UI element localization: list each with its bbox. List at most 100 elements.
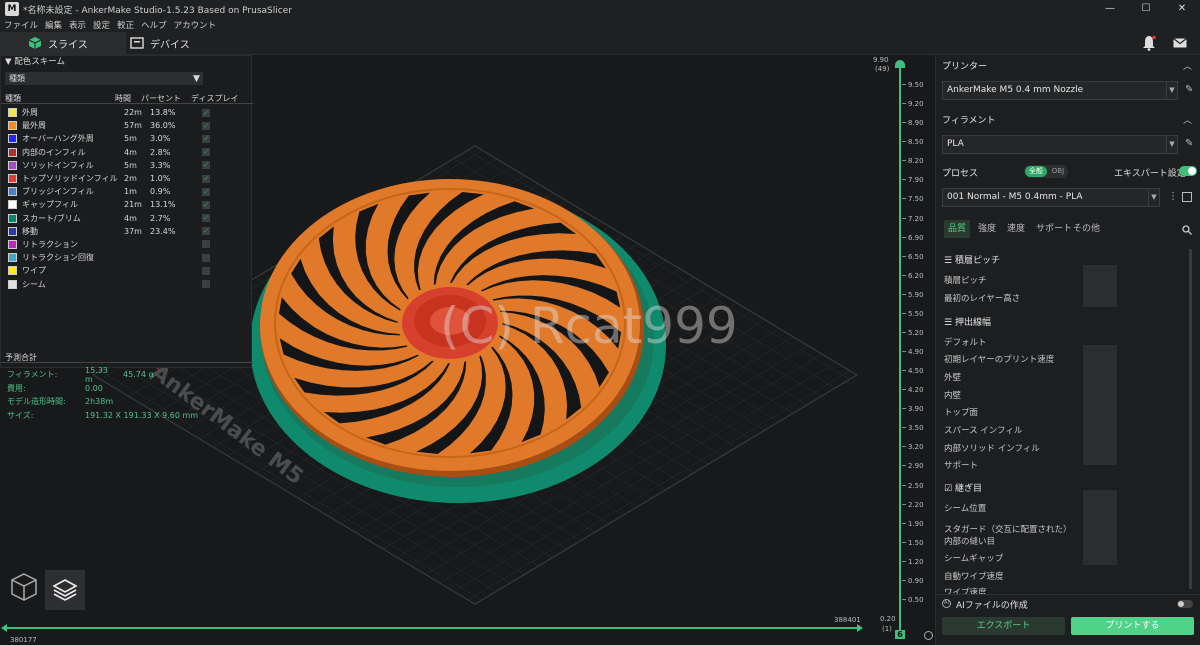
legend-row[interactable]: シーム <box>1 277 253 290</box>
move-slider[interactable] <box>1 624 863 632</box>
minimize-button[interactable]: — <box>1092 0 1128 18</box>
menu-edit[interactable]: 編集 <box>45 19 62 31</box>
legend-row[interactable]: リトラクション回復 <box>1 251 253 264</box>
legend-swatch <box>8 147 17 157</box>
scrollbar[interactable] <box>1189 249 1192 589</box>
edit-filament-icon[interactable]: ✎ <box>1185 138 1193 149</box>
move-slider-left-handle[interactable] <box>1 624 7 632</box>
legend-row[interactable]: ギャップフィル 21m 13.1% ✓ <box>1 198 253 211</box>
legend-display-checkbox[interactable] <box>202 253 210 262</box>
legend-display-checkbox[interactable] <box>202 240 210 249</box>
layer-tick-label: 8.90 <box>908 119 924 128</box>
legend-row[interactable]: 内部のインフィル 4m 2.8% ✓ <box>1 146 253 159</box>
layer-top-index: (49) <box>875 65 890 73</box>
notification-bell-icon[interactable] <box>1142 35 1156 51</box>
legend-row[interactable]: スカート/ブリム 4m 2.7% ✓ <box>1 212 253 225</box>
layer-tick-mark <box>902 274 906 276</box>
legend-collapse[interactable]: ▼ 配色スキーム <box>1 56 251 69</box>
legend-display-checkbox[interactable]: ✓ <box>202 227 210 236</box>
legend-row[interactable]: トップソリッドインフィル 2m 1.0% ✓ <box>1 172 253 185</box>
menu-calibrate[interactable]: 較正 <box>117 19 134 31</box>
opt-inner-wall: 内壁 <box>944 391 962 401</box>
legend-display-checkbox[interactable]: ✓ <box>202 200 210 209</box>
legend-row[interactable]: 移動 37m 23.4% ✓ <box>1 225 253 238</box>
value-field[interactable] <box>1083 345 1117 465</box>
estimate-cost-value: 0.00 <box>85 383 103 393</box>
legend-display-checkbox[interactable]: ✓ <box>202 134 210 143</box>
mode-toggle[interactable]: 全般 OBJ <box>1024 165 1068 178</box>
color-scheme-select[interactable]: 種類 <box>5 72 203 85</box>
3d-view-button[interactable] <box>10 572 40 604</box>
layer-slider-top-handle[interactable] <box>895 60 905 68</box>
collapse-chevron-icon[interactable]: ︿ <box>1183 113 1192 126</box>
more-options-icon[interactable]: ⋮ <box>1168 191 1178 202</box>
estimate-size: サイズ: 191.32 X 191.33 X 9.60 mm <box>1 409 253 423</box>
legend-display-checkbox[interactable]: ✓ <box>202 108 210 117</box>
menu-account[interactable]: アカウント <box>174 19 217 31</box>
menu-help[interactable]: ヘルプ <box>141 19 167 31</box>
mail-icon[interactable] <box>1173 38 1187 48</box>
layer-slider[interactable]: 9.90 (49) 9.50 9.20 8.90 8.50 8.20 7.90 7.50 7.… <box>873 56 933 640</box>
legend-display-checkbox[interactable]: ✓ <box>202 148 210 157</box>
legend-row[interactable]: 最外周 57m 36.0% ✓ <box>1 119 253 132</box>
tab-device[interactable]: デバイス <box>130 32 230 54</box>
tab-slice[interactable]: スライス <box>0 32 126 54</box>
settings-cog-icon[interactable] <box>924 631 933 640</box>
layer-tick-label: 4.90 <box>908 348 924 357</box>
ai-icon: AI <box>942 599 951 608</box>
layer-tick-mark <box>902 560 906 562</box>
legend-display-checkbox[interactable]: ✓ <box>202 174 210 183</box>
menu-settings[interactable]: 設定 <box>93 19 110 31</box>
legend-row[interactable]: リトラクション <box>1 238 253 251</box>
print-button[interactable]: プリントする <box>1071 617 1194 635</box>
printer-select[interactable]: AnkerMake M5 0.4 mm Nozzle ▼ <box>942 81 1178 100</box>
tab-speed[interactable]: 速度 <box>1003 220 1029 238</box>
tab-quality[interactable]: 品質 <box>944 220 971 238</box>
menu-bar: ファイル 編集 表示 設定 較正 ヘルプ アカウント <box>0 18 1200 32</box>
tab-other[interactable]: その他 <box>1069 220 1104 238</box>
mode-obj[interactable]: OBJ <box>1048 166 1068 177</box>
legend-row[interactable]: ブリッジインフィル 1m 0.9% ✓ <box>1 185 253 198</box>
legend-display-checkbox[interactable]: ✓ <box>202 121 210 130</box>
search-icon[interactable] <box>1182 225 1192 235</box>
main-tabs: スライス デバイス <box>0 32 1200 55</box>
close-button[interactable]: ✕ <box>1164 0 1200 18</box>
maximize-button[interactable]: ☐ <box>1128 0 1164 18</box>
legend-swatch <box>8 213 17 223</box>
legend-row[interactable]: ワイプ <box>1 264 253 277</box>
move-slider-right-handle[interactable] <box>857 624 863 632</box>
value-field[interactable] <box>1083 265 1117 307</box>
legend-display-checkbox[interactable]: ✓ <box>202 187 210 196</box>
save-icon[interactable] <box>1182 192 1192 202</box>
filament-select[interactable]: PLA ▼ <box>942 135 1178 154</box>
tab-strength[interactable]: 強度 <box>974 220 1000 238</box>
mode-all[interactable]: 全般 <box>1025 166 1047 177</box>
value-field[interactable] <box>1083 490 1117 565</box>
process-select[interactable]: 001 Normal - M5 0.4mm - PLA ▼ <box>942 188 1160 207</box>
layer-view-button[interactable] <box>45 570 85 610</box>
expert-toggle[interactable] <box>1179 166 1197 176</box>
layer-slider-bottom-handle[interactable]: 6 <box>895 630 905 639</box>
legend-row[interactable]: オーバーハング外周 5m 3.0% ✓ <box>1 132 253 145</box>
legend-display-checkbox[interactable]: ✓ <box>202 214 210 223</box>
legend-display-checkbox[interactable]: ✓ <box>202 161 210 170</box>
export-button[interactable]: エクスポート <box>942 617 1065 635</box>
collapse-chevron-icon[interactable]: ︿ <box>1183 59 1192 72</box>
legend-name: 外周 <box>22 108 38 118</box>
legend-row[interactable]: 外周 22m 13.8% ✓ <box>1 106 253 119</box>
legend-name: リトラクション <box>22 239 78 249</box>
menu-file[interactable]: ファイル <box>4 19 38 31</box>
layer-tick-mark <box>902 141 906 143</box>
edit-printer-icon[interactable]: ✎ <box>1185 84 1193 95</box>
ai-file-toggle[interactable] <box>1177 600 1193 608</box>
menu-view[interactable]: 表示 <box>69 19 86 31</box>
col-percent: パーセント <box>141 93 181 103</box>
layer-tick-mark <box>902 370 906 372</box>
legend-display-checkbox[interactable] <box>202 266 210 275</box>
app-logo: M <box>5 2 19 16</box>
legend-row[interactable]: ソリッドインフィル 5m 3.3% ✓ <box>1 159 253 172</box>
legend-swatch <box>8 134 17 144</box>
layer-top-value: 9.90 <box>873 56 889 64</box>
legend-display-checkbox[interactable] <box>202 280 210 289</box>
chevron-down-icon[interactable]: ▼ <box>193 74 200 84</box>
